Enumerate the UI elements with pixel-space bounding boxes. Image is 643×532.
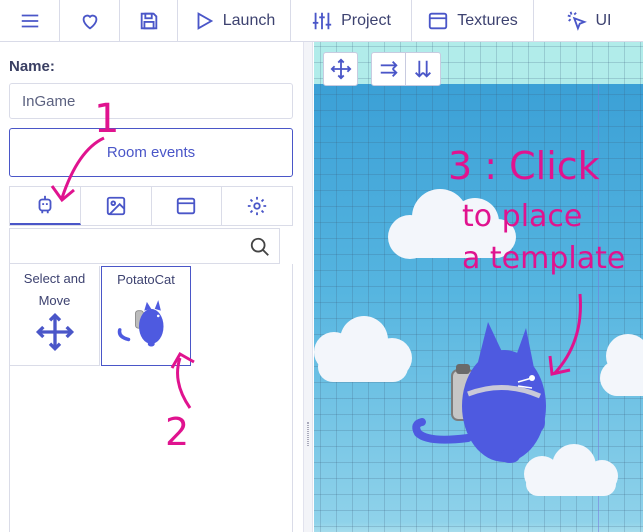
potatocat-thumbnail (117, 300, 164, 347)
textures-button[interactable]: Textures (412, 0, 534, 42)
tab-tiles[interactable] (152, 187, 223, 225)
asset-tabs (9, 186, 293, 226)
canvas-scroll-tools (371, 52, 441, 86)
cloud-decoration (314, 316, 412, 382)
save-icon (140, 12, 157, 30)
scroll-horizontal-button[interactable] (372, 53, 406, 85)
cloud-decoration (600, 334, 643, 396)
template-label: Select and Move (23, 271, 86, 308)
launch-button[interactable]: Launch (178, 0, 291, 42)
template-select-and-move[interactable]: Select and Move (10, 266, 100, 366)
image-icon (106, 196, 125, 216)
template-search-input[interactable] (9, 228, 280, 264)
project-button[interactable]: Project (291, 0, 412, 42)
room-events-button[interactable]: Room events (9, 128, 293, 177)
heart-icon (82, 14, 97, 30)
window-icon (177, 197, 196, 215)
launch-label: Launch (222, 12, 276, 29)
cursor-click-icon (567, 11, 587, 31)
name-label: Name: (9, 58, 55, 75)
move-arrows-icon (35, 312, 74, 352)
ui-button[interactable]: UI (534, 0, 643, 42)
template-list: Select and Move PotatoCat (9, 264, 293, 532)
search-icon[interactable] (249, 236, 271, 258)
gear-icon (247, 196, 267, 216)
arrow-down-icon (415, 60, 431, 78)
template-potatocat[interactable]: PotatoCat (101, 266, 191, 366)
window-icon (429, 12, 448, 30)
favorite-button[interactable] (60, 0, 120, 42)
main-toolbar: Launch Project Textures UI (0, 0, 643, 42)
potatocat-sprite[interactable] (408, 318, 558, 473)
ui-label: UI (595, 12, 612, 29)
room-name-input[interactable]: InGame (9, 83, 293, 119)
tab-room-settings[interactable] (222, 187, 292, 225)
sliders-icon (312, 12, 332, 30)
tab-backgrounds[interactable] (81, 187, 152, 225)
canvas-move-tool[interactable] (323, 52, 358, 86)
room-properties-panel: Name: InGame Room events Select and Move… (0, 42, 303, 532)
save-button[interactable] (120, 0, 178, 42)
template-label: PotatoCat (117, 272, 175, 287)
menu-icon (21, 14, 38, 28)
tab-templates[interactable] (10, 187, 81, 225)
play-icon (197, 12, 213, 30)
scroll-vertical-button[interactable] (406, 53, 440, 85)
arrow-right-icon (380, 61, 398, 77)
cloud-decoration (388, 189, 516, 259)
robot-icon (38, 195, 52, 214)
move-arrows-icon (330, 58, 351, 80)
project-label: Project (341, 12, 391, 29)
panel-splitter[interactable] (303, 42, 313, 532)
splitter-grip[interactable] (307, 422, 309, 446)
textures-label: Textures (457, 12, 518, 29)
menu-button[interactable] (0, 0, 60, 42)
room-canvas[interactable] (314, 42, 643, 532)
